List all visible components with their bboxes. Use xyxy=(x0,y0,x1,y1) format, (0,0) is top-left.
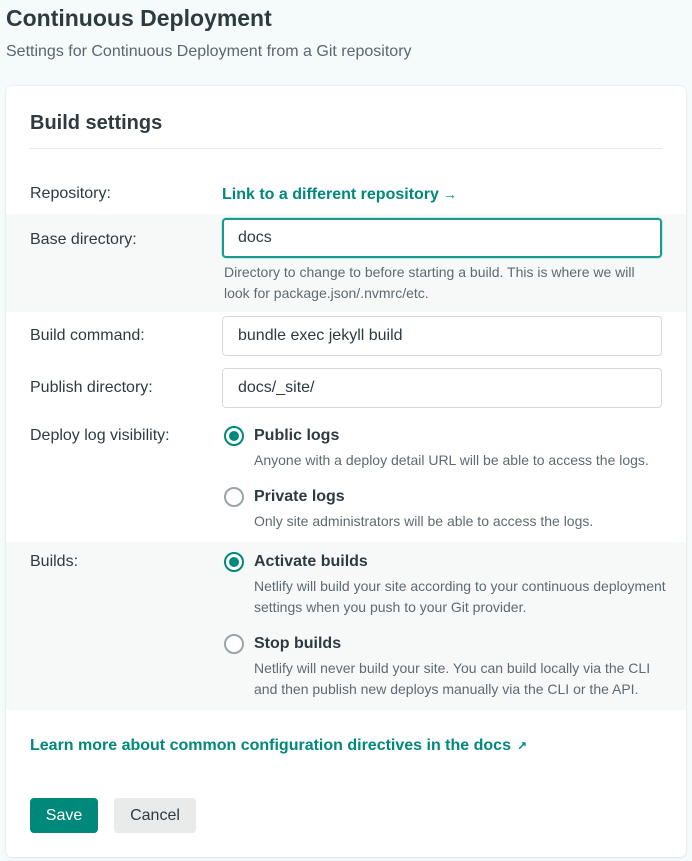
radio-title: Public logs xyxy=(254,427,340,444)
radio-stop-builds[interactable] xyxy=(224,634,244,654)
repository-link-text: Link to a different repository xyxy=(222,186,439,203)
build-command-input[interactable] xyxy=(222,316,662,356)
build-command-row: Build command: xyxy=(6,312,686,362)
radio-description: Netlify will build your site according t… xyxy=(254,578,666,615)
radio-description: Netlify will never build your site. You … xyxy=(254,660,651,697)
save-button[interactable]: Save xyxy=(30,798,98,833)
radio-public-logs[interactable] xyxy=(224,426,244,446)
publish-directory-field xyxy=(222,368,662,408)
base-directory-field: Directory to change to before starting a… xyxy=(222,218,662,304)
radio-title: Private logs xyxy=(254,488,345,505)
base-directory-input[interactable] xyxy=(222,218,662,258)
radio-description: Anyone with a deploy detail URL will be … xyxy=(254,452,649,468)
card-title: Build settings xyxy=(30,112,163,134)
link-different-repository[interactable]: Link to a different repository → xyxy=(222,184,457,205)
page-header: Continuous Deployment Settings for Conti… xyxy=(6,4,412,62)
publish-directory-row: Publish directory: xyxy=(6,364,686,416)
publish-directory-label: Publish directory: xyxy=(30,379,153,396)
radio-title: Activate builds xyxy=(254,553,368,570)
repository-label: Repository: xyxy=(30,185,111,202)
radio-title: Stop builds xyxy=(254,635,342,652)
divider xyxy=(30,148,662,149)
page-subtitle: Settings for Continuous Deployment from … xyxy=(6,43,412,60)
repository-row: Repository: Link to a different reposito… xyxy=(6,174,686,214)
arrow-right-icon: → xyxy=(442,186,457,202)
base-directory-help: Directory to change to before starting a… xyxy=(224,264,635,301)
publish-directory-input[interactable] xyxy=(222,368,662,408)
build-command-field xyxy=(222,316,662,356)
radio-activate-builds[interactable] xyxy=(224,552,244,572)
build-settings-card: Build settings Repository: Link to a dif… xyxy=(6,86,686,857)
builds-row: Builds: Activate builds Netlify will bui… xyxy=(6,542,686,710)
deploy-log-visibility-label: Deploy log visibility: xyxy=(30,427,170,444)
base-directory-row: Base directory: Directory to change to b… xyxy=(6,214,686,312)
deploy-log-visibility-row: Deploy log visibility: Public logs Anyon… xyxy=(6,416,686,542)
radio-private-logs[interactable] xyxy=(224,487,244,507)
radio-description: Only site administrators will be able to… xyxy=(254,513,594,529)
external-link-icon: ↗ xyxy=(516,739,528,753)
base-directory-label: Base directory: xyxy=(30,231,137,248)
cancel-button[interactable]: Cancel xyxy=(114,798,196,833)
docs-link[interactable]: Learn more about common configuration di… xyxy=(30,736,527,756)
docs-link-text: Learn more about common configuration di… xyxy=(30,737,511,754)
build-command-label: Build command: xyxy=(30,327,145,344)
builds-label: Builds: xyxy=(30,553,79,570)
page-title: Continuous Deployment xyxy=(6,5,272,31)
